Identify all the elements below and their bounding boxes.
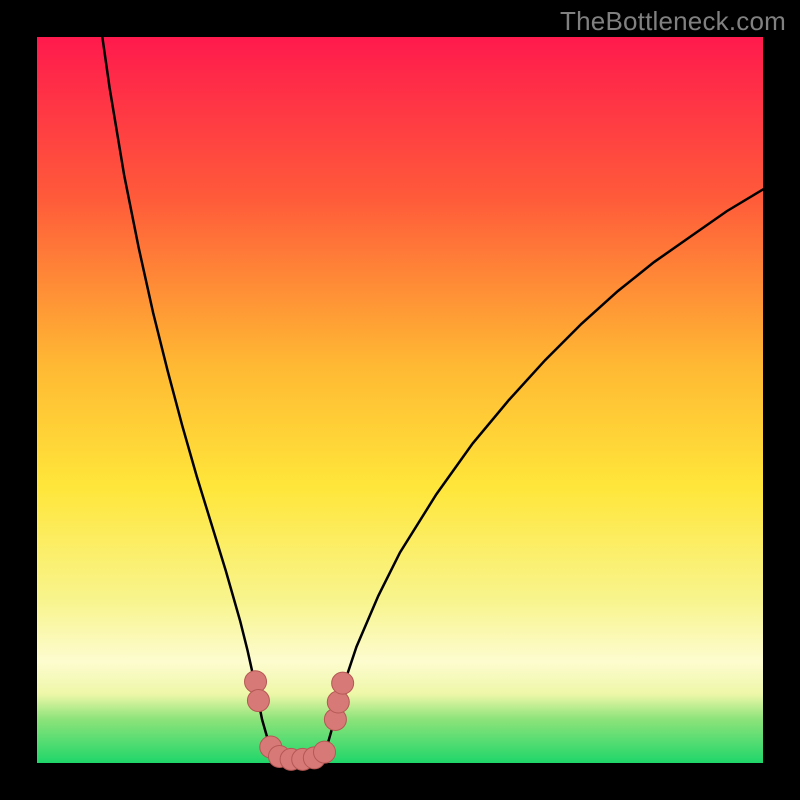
watermark-text: TheBottleneck.com	[560, 6, 786, 37]
plot-background	[37, 37, 763, 763]
data-marker	[327, 691, 349, 713]
data-marker	[332, 672, 354, 694]
chart-frame: TheBottleneck.com	[0, 0, 800, 800]
data-marker	[314, 741, 336, 763]
data-marker	[247, 690, 269, 712]
bottleneck-chart	[0, 0, 800, 800]
data-marker	[245, 671, 267, 693]
